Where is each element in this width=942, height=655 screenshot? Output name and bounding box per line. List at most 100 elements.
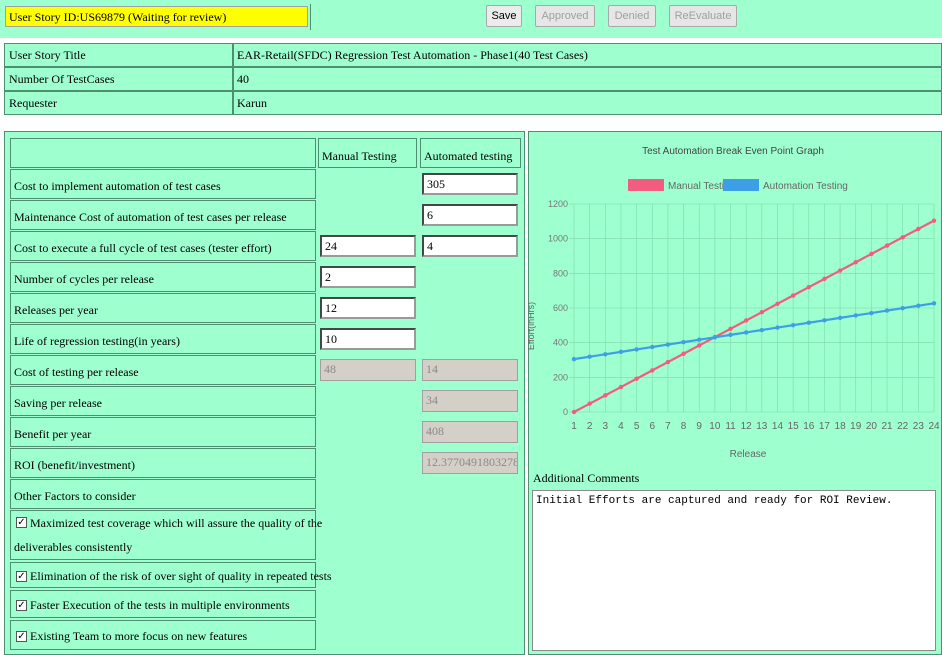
data-point xyxy=(665,359,671,365)
roi-row-roi: ROI (benefit/investment) xyxy=(10,448,316,478)
data-point xyxy=(587,401,592,406)
roi-row-life-of-testing: Life of regression testing(in years) xyxy=(10,324,316,354)
manual-cell xyxy=(318,448,417,478)
factor-label-continued: deliverables consistently xyxy=(14,540,133,554)
manual-cell xyxy=(318,169,417,199)
data-point xyxy=(790,293,796,298)
x-tick-label: 12 xyxy=(741,421,753,432)
roi-row-execute-cost: Cost to execute a full cycle of test cas… xyxy=(10,231,316,261)
chart-xlabel: Release xyxy=(730,449,767,460)
automated-cell: 408 xyxy=(422,417,523,447)
story-title-value: EAR-Retail(SFDC) Regression Test Automat… xyxy=(237,48,588,62)
x-tick-label: 10 xyxy=(709,421,721,432)
comments-label-area: Additional Comments xyxy=(532,463,938,489)
automated-cell: 34 xyxy=(422,386,523,416)
roi-row-cost-implement: Cost to implement automation of test cas… xyxy=(10,169,316,199)
requester-value: Karun xyxy=(237,96,267,110)
y-tick-label: 0 xyxy=(563,407,568,417)
factor-checkbox[interactable]: ✓ xyxy=(16,600,27,611)
x-tick-label: 11 xyxy=(725,421,736,432)
other-factors-cell: Other Factors to consider xyxy=(10,479,316,509)
manual-cost-per-release-input: 48 xyxy=(320,359,416,381)
factor-checkbox[interactable]: ✓ xyxy=(16,571,27,582)
roi-row-label: Maintenance Cost of automation of test c… xyxy=(14,210,287,224)
data-point xyxy=(587,354,592,359)
manual-cell: 24 xyxy=(320,231,419,261)
data-point xyxy=(634,347,639,352)
data-point xyxy=(697,337,702,342)
data-point xyxy=(665,342,671,347)
roi-row-label: Releases per year xyxy=(14,303,98,317)
manual-header-cell: Manual Testing xyxy=(318,138,417,168)
data-point xyxy=(900,235,905,240)
factor-checkbox[interactable]: ✓ xyxy=(16,517,27,528)
save-button[interactable]: Save xyxy=(486,5,522,27)
automated-testing-header: Automated testing xyxy=(424,149,513,163)
roi-row-cost-per-release: Cost of testing per release xyxy=(10,355,316,385)
data-point xyxy=(618,384,624,390)
factor-checkbox[interactable]: ✓ xyxy=(16,631,27,642)
automated-execute-cost-input[interactable]: 4 xyxy=(422,235,518,257)
data-point xyxy=(743,318,749,323)
testcases-count-value: 40 xyxy=(237,72,249,86)
chart-title: Test Automation Break Even Point Graph xyxy=(642,146,824,157)
data-point xyxy=(853,313,858,318)
roi-row-label: Cost to execute a full cycle of test cas… xyxy=(14,241,272,255)
x-tick-label: 9 xyxy=(696,421,702,432)
roi-row-cycles-per-release: Number of cycles per release xyxy=(10,262,316,292)
data-point xyxy=(931,218,937,223)
automated-cost-per-release-input: 14 xyxy=(422,359,518,381)
legend-swatch xyxy=(723,179,759,191)
x-tick-label: 3 xyxy=(603,421,609,432)
factor-label: Faster Execution of the tests in multipl… xyxy=(30,598,290,612)
x-tick-label: 13 xyxy=(756,421,768,432)
roi-row-label: Benefit per year xyxy=(14,427,92,441)
x-tick-label: 21 xyxy=(881,421,893,432)
factor-label: Maximized test coverage which will assur… xyxy=(30,516,323,530)
data-point xyxy=(681,339,686,345)
denied-button[interactable]: Denied xyxy=(608,5,656,27)
roi-row-releases-per-year: Releases per year xyxy=(10,293,316,323)
x-tick-label: 4 xyxy=(618,421,624,432)
series-line xyxy=(573,219,935,413)
x-tick-label: 19 xyxy=(850,421,862,432)
reevaluate-button[interactable]: ReEvaluate xyxy=(669,5,737,27)
automated-cell: 4 xyxy=(422,231,523,261)
data-point xyxy=(743,330,749,335)
roi-row-label: Life of regression testing(in years) xyxy=(14,334,180,348)
data-point xyxy=(916,226,921,232)
x-tick-label: 20 xyxy=(866,421,878,432)
data-point xyxy=(822,318,827,323)
automated-maintenance-cost-input[interactable]: 6 xyxy=(422,204,518,226)
manual-releases-per-year-input[interactable]: 12 xyxy=(320,297,416,319)
automated-cell: 6 xyxy=(422,200,523,230)
data-point xyxy=(603,393,608,398)
automated-cell xyxy=(420,293,521,323)
automated-benefit-per-year-input: 408 xyxy=(422,421,518,443)
info-requester-value-cell: Karun xyxy=(233,91,942,115)
automated-cell: 12.37704918032787 xyxy=(422,448,523,478)
manual-execute-cost-input[interactable]: 24 xyxy=(320,235,416,257)
comments-label: Additional Comments xyxy=(533,471,640,485)
data-point xyxy=(571,409,577,415)
data-point xyxy=(603,352,608,357)
x-tick-label: 1 xyxy=(571,421,577,432)
manual-cycles-per-release-input[interactable]: 2 xyxy=(320,266,416,288)
comments-textarea[interactable]: Initial Efforts are captured and ready f… xyxy=(532,490,936,651)
story-id-label: User Story ID:US69879 (Waiting for revie… xyxy=(5,6,308,27)
x-tick-label: 18 xyxy=(835,421,847,432)
x-tick-label: 23 xyxy=(913,421,925,432)
automated-cost-implement-input[interactable]: 305 xyxy=(422,173,518,195)
data-point xyxy=(806,320,811,325)
legend-swatch xyxy=(628,179,664,191)
info-title-value-cell: EAR-Retail(SFDC) Regression Test Automat… xyxy=(233,43,942,67)
approved-button[interactable]: Approved xyxy=(535,5,595,27)
x-tick-label: 8 xyxy=(681,421,687,432)
info-testcases-label: Number Of TestCases xyxy=(9,72,115,86)
story-id-text: User Story ID:US69879 (Waiting for revie… xyxy=(9,10,227,24)
y-tick-label: 200 xyxy=(553,372,568,382)
manual-life-of-testing-input[interactable]: 10 xyxy=(320,328,416,350)
automated-cell xyxy=(420,262,521,292)
roi-row-label: Cost of testing per release xyxy=(14,365,139,379)
factor-row: ✓ Existing Team to more focus on new feat… xyxy=(10,620,316,650)
